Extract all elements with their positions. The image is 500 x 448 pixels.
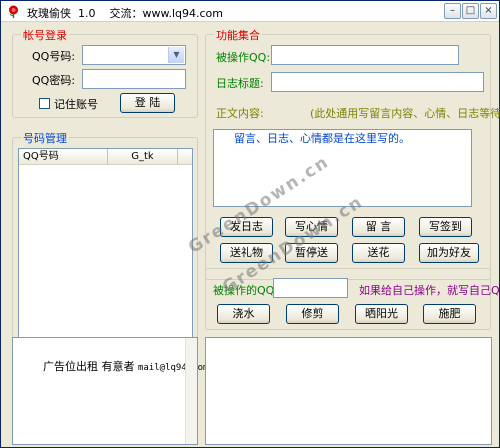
- qq-password-label: QQ密码:: [32, 74, 76, 87]
- farm-group: 被操作的QQ: 如果给自己操作，就写自己QQ 浇水 修剪 晒阳光 施肥: [205, 268, 500, 330]
- functions-group-title: 功能集合: [214, 27, 262, 43]
- functions-group: 功能集合 被操作QQ: 日志标题: 正文内容: (此处通用写留言内容、心情、日志…: [205, 27, 500, 280]
- minimize-icon: –: [450, 5, 455, 16]
- body-label: 正文内容:: [216, 107, 264, 120]
- pause-send-button[interactable]: 暂停送: [285, 243, 338, 263]
- column-header-gtk[interactable]: G_tk: [108, 149, 178, 165]
- title-bar[interactable]: 玫瑰偷侠 1.0 交流：www.lq94.com – □ ×: [1, 1, 499, 22]
- minimize-button[interactable]: –: [444, 3, 461, 19]
- body-text: 留言、日志、心情都是在这里写的。: [234, 132, 410, 145]
- column-header-qq[interactable]: QQ号码: [19, 149, 108, 165]
- window-title: 玫瑰偷侠 1.0 交流：www.lq94.com: [27, 5, 223, 21]
- prune-button[interactable]: 修剪: [286, 304, 339, 324]
- body-textarea[interactable]: 留言、日志、心情都是在这里写的。: [213, 129, 472, 207]
- rose-app-icon: [9, 5, 18, 18]
- app-name: 玫瑰偷侠: [27, 7, 71, 20]
- farm-target-qq-label: 被操作的QQ:: [213, 284, 279, 297]
- body-hint: (此处通用写留言内容、心情、日志等待): [310, 107, 500, 120]
- login-group-title: 帐号登录: [21, 27, 69, 43]
- farm-hint: 如果给自己操作，就写自己QQ: [359, 284, 500, 297]
- login-button[interactable]: 登 陆: [120, 93, 175, 113]
- accounts-list-header: QQ号码 G_tk: [19, 149, 192, 165]
- log-title-label: 日志标题:: [216, 77, 264, 90]
- farm-target-qq-input[interactable]: [273, 278, 348, 298]
- main-window: 玫瑰偷侠 1.0 交流：www.lq94.com – □ × 帐号登录 QQ号码…: [0, 0, 500, 448]
- login-group: 帐号登录 QQ号码: ▼ QQ密码: 记住账号 登 陆: [12, 27, 198, 118]
- maximize-button[interactable]: □: [462, 3, 479, 19]
- target-qq-label: 被操作QQ:: [216, 51, 271, 64]
- accounts-group: 号码管理 QQ号码 G_tk: [12, 130, 198, 343]
- remember-account-label[interactable]: 记住账号: [54, 96, 98, 112]
- app-contact: 交流：www.lq94.com: [109, 7, 224, 20]
- accounts-group-title: 号码管理: [21, 130, 69, 146]
- write-mood-button[interactable]: 写心情: [285, 217, 338, 237]
- write-signin-button[interactable]: 写签到: [419, 217, 472, 237]
- post-log-button[interactable]: 发日志: [220, 217, 273, 237]
- accounts-list[interactable]: QQ号码 G_tk: [18, 148, 193, 340]
- target-qq-input[interactable]: [271, 45, 459, 65]
- remember-account-checkbox[interactable]: [39, 98, 50, 109]
- qq-password-input[interactable]: [82, 69, 186, 89]
- add-friend-button[interactable]: 加为好友: [419, 243, 479, 263]
- ad-email: mail@lq94.com: [138, 363, 209, 373]
- sunbathe-button[interactable]: 晒阳光: [355, 304, 408, 324]
- log-output-panel[interactable]: [205, 337, 492, 445]
- send-flower-button[interactable]: 送花: [352, 243, 405, 263]
- maximize-icon: □: [465, 5, 476, 16]
- ad-panel: 广告位出租 有意者 mail@lq94.com: [12, 337, 208, 445]
- close-button[interactable]: ×: [480, 3, 497, 19]
- close-icon: ×: [484, 5, 493, 16]
- chevron-down-icon[interactable]: ▼: [168, 47, 184, 63]
- log-title-input[interactable]: [271, 72, 484, 92]
- ad-text: 广告位出租 有意者: [43, 360, 135, 373]
- client-area: 帐号登录 QQ号码: ▼ QQ密码: 记住账号 登 陆 号码管理 QQ号码 G_…: [1, 23, 500, 447]
- send-gift-button[interactable]: 送礼物: [220, 243, 273, 263]
- qq-number-label: QQ号码:: [32, 50, 76, 63]
- qq-number-combobox[interactable]: ▼: [82, 45, 186, 65]
- ad-scrollbar[interactable]: [185, 338, 197, 444]
- water-button[interactable]: 浇水: [217, 304, 270, 324]
- leave-message-button[interactable]: 留 言: [352, 217, 405, 237]
- app-version: 1.0: [78, 7, 96, 20]
- fertilize-button[interactable]: 施肥: [423, 304, 476, 324]
